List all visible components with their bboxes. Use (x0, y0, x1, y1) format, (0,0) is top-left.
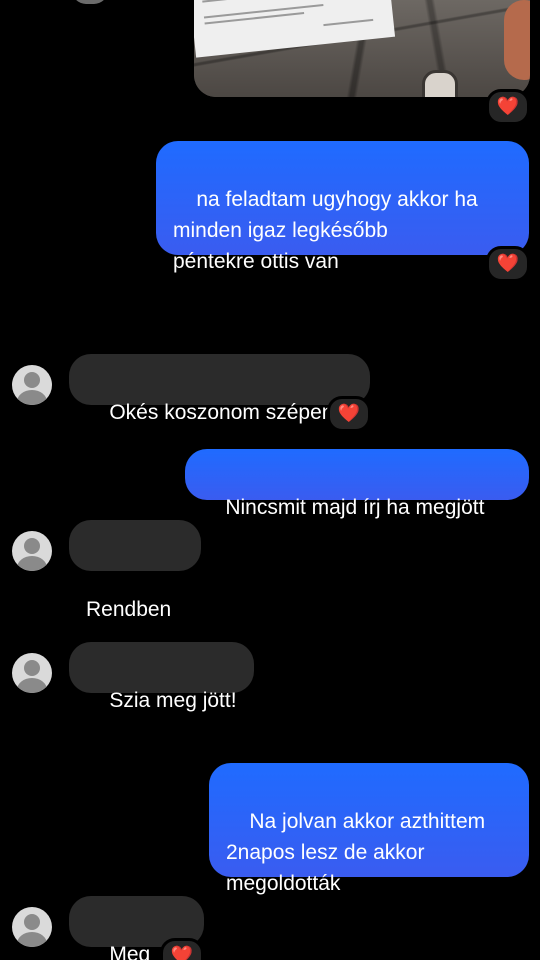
message-text: Okés koszonom szépen! (109, 401, 340, 424)
message-text: Rendben (86, 598, 172, 621)
message-text: Nincsmit majd írj ha megjött (225, 496, 485, 519)
contact-avatar[interactable] (12, 531, 52, 571)
outgoing-message[interactable]: Nincsmit majd írj ha megjött (185, 449, 529, 519)
photo-shoe (422, 70, 458, 97)
incoming-message[interactable]: Szia meg jött! (69, 642, 254, 712)
contact-avatar[interactable] (12, 365, 52, 405)
outgoing-message[interactable]: Na jolvan akkor azthittem 2napos lesz de… (209, 763, 529, 895)
heart-icon: ❤️ (496, 253, 520, 274)
incoming-message[interactable]: Okés koszonom szépen! (69, 354, 370, 424)
outgoing-message[interactable]: na feladtam ugyhogy akkor ha minden igaz… (156, 141, 529, 273)
contact-avatar[interactable] (12, 653, 52, 693)
message-text: Na jolvan akkor azthittem 2napos lesz de… (226, 810, 486, 895)
heart-icon: ❤️ (337, 403, 361, 424)
message-text: na feladtam ugyhogy akkor ha minden igaz… (173, 188, 478, 273)
message-text: Meg igen (109, 943, 151, 960)
message-reaction[interactable]: ❤️ (486, 246, 530, 282)
message-reaction[interactable]: ❤️ (160, 938, 204, 960)
chat-screen: ❤️ na feladtam ugyhogy akkor ha minden i… (0, 0, 540, 960)
partial-avatar (72, 0, 108, 4)
heart-icon: ❤️ (170, 945, 194, 960)
incoming-message[interactable]: Rendben (69, 520, 201, 621)
photo-finger (504, 0, 530, 80)
heart-icon: ❤️ (496, 96, 520, 117)
contact-avatar[interactable] (12, 907, 52, 947)
photo-reaction[interactable]: ❤️ (486, 89, 530, 125)
message-text: Szia meg jött! (109, 689, 237, 712)
message-reaction[interactable]: ❤️ (327, 396, 371, 432)
photo-message[interactable] (194, 0, 530, 97)
